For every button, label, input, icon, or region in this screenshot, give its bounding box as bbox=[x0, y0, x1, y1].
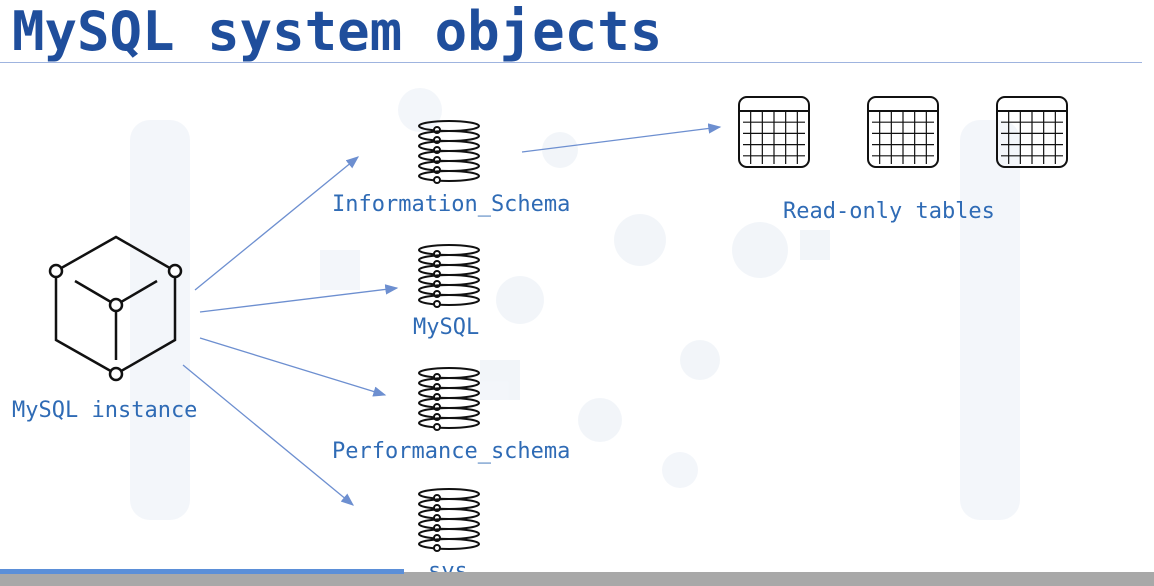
mysql-label: MySQL bbox=[413, 315, 480, 340]
arrow-to-mysql bbox=[199, 284, 399, 313]
table-icon bbox=[738, 96, 810, 168]
database-icon bbox=[418, 120, 480, 184]
player-bar bbox=[0, 572, 1154, 586]
information-schema-label: Information_Schema bbox=[332, 192, 571, 217]
arrow-to-information-schema bbox=[194, 156, 360, 291]
table-icon bbox=[867, 96, 939, 168]
arrow-to-sys bbox=[182, 364, 355, 506]
database-icon bbox=[418, 244, 480, 308]
read-only-tables-label: Read-only tables bbox=[783, 199, 995, 224]
mysql-instance-label: MySQL instance bbox=[12, 398, 198, 423]
diagram bbox=[48, 96, 1068, 552]
database-icon bbox=[418, 367, 480, 431]
arrow-to-performance-schema bbox=[199, 337, 387, 397]
performance-schema-label: Performance_schema bbox=[332, 439, 571, 464]
table-icon bbox=[996, 96, 1068, 168]
arrow-to-tables bbox=[521, 123, 722, 153]
database-icon bbox=[418, 488, 480, 552]
cube-icon bbox=[48, 235, 183, 382]
progress-bar[interactable] bbox=[0, 569, 404, 574]
sys-label: sys bbox=[428, 562, 468, 572]
